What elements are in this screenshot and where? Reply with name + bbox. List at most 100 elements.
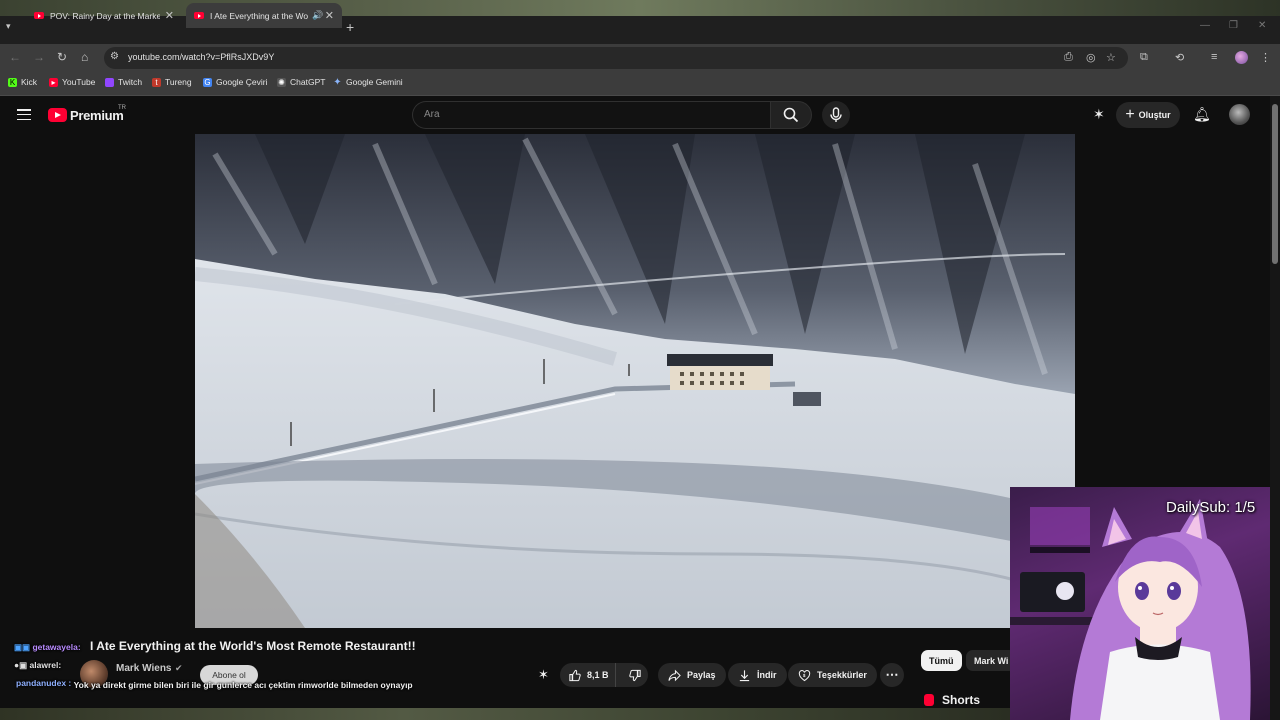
youtube-favicon-icon [194,12,204,19]
bookmark-label: Google Gemini [346,77,403,87]
search-placeholder: Ara [424,109,440,120]
stream-chat-overlay: ▣▣ getawayela: ●▣ alawrel: pandanudex : … [8,638,413,708]
gemini-icon: ✦ [333,76,342,88]
bookmark-label: Twitch [118,77,143,87]
bookmark-google-translate[interactable]: G Google Çeviri [203,77,268,87]
dislike-button[interactable] [622,663,648,687]
download-icon [739,669,750,681]
close-window-icon[interactable]: ✕ [1258,20,1266,31]
svg-text:$: $ [803,673,806,678]
create-button[interactable]: + Oluştur [1116,102,1180,128]
kick-icon: K [8,77,17,87]
profile-avatar[interactable] [1235,51,1248,64]
extensions-icon[interactable]: ⧉ [1140,51,1148,64]
video-player[interactable] [195,134,1075,628]
thumbs-down-icon [628,669,641,681]
hamburger-menu-icon[interactable] [17,109,31,121]
youtube-logo-icon[interactable] [48,108,67,122]
thanks-label: Teşekkürler [817,670,867,680]
close-tab-icon[interactable]: ✕ [165,9,174,22]
install-app-icon[interactable]: ⎙ [1064,51,1073,64]
youtube-icon: ▸ [49,77,58,87]
chat-username: alawrel [29,660,59,670]
bookmark-youtube[interactable]: ▸ YouTube [49,77,95,87]
like-count: 8,1 B [587,670,609,680]
chat-message: ▣▣ getawayela: [14,642,81,652]
reload-icon[interactable]: ↻ [57,50,67,64]
premium-jewel-icon[interactable]: ✶ [1093,106,1105,123]
chat-text: Yok ya direkt girme bilen biri ile gir g… [73,680,413,690]
account-avatar[interactable] [1229,104,1250,125]
tab-search-icon[interactable]: ▾ [6,21,11,32]
chat-message: pandanudex : Yok ya direkt girme bilen b… [16,678,430,693]
daily-sub-counter: DailySub: 1/5 [1166,499,1256,516]
download-label: İndir [757,670,777,680]
bookmark-kick[interactable]: K Kick [8,77,37,87]
minimize-icon[interactable]: — [1200,20,1210,31]
chat-badge-icon: ●▣ [14,660,28,670]
bookmark-star-icon[interactable]: ☆ [1106,51,1116,64]
microphone-icon [830,107,842,122]
close-tab-icon[interactable]: ✕ [325,9,334,22]
bookmark-label: Google Çeviri [216,77,268,87]
chat-badge-icon: ▣▣ [14,642,31,652]
youtube-premium-logo[interactable]: Premium [70,108,124,123]
media-controls-icon[interactable]: ≡ [1211,51,1217,63]
back-icon[interactable]: ← [9,50,21,64]
chatgpt-icon: ✺ [277,77,286,87]
more-actions-icon[interactable]: ⋯ [880,663,904,687]
vtuber-webcam-overlay [1010,487,1270,720]
shorts-section-header: Shorts [924,693,980,707]
notifications-bell-icon[interactable]: 🔔︎ [1193,106,1211,123]
bookmark-twitch[interactable]: Twitch [105,77,142,87]
chat-username: pandanudex [16,678,67,688]
chat-message: ●▣ alawrel: [14,660,62,670]
premium-jewel-action-icon[interactable]: ✶ [538,667,549,683]
new-tab-icon[interactable]: + [346,19,354,35]
url-text[interactable]: youtube.com/watch?v=PflRsJXDv9Y [128,52,274,62]
share-button[interactable]: Paylaş [658,663,726,687]
bookmark-tureng[interactable]: t Tureng [152,77,192,87]
youtube-favicon-icon [34,12,44,19]
eye-off-icon[interactable]: ◎ [1086,51,1096,64]
search-icon [783,107,799,123]
browser-tab[interactable]: POV: Rainy Day at the Market - ✕ [26,3,182,28]
chip-channel[interactable]: Mark Wi [966,650,1017,671]
bookmark-label: Kick [21,77,38,87]
bookmark-chatgpt[interactable]: ✺ ChatGPT [277,77,325,87]
twitch-icon [105,77,114,87]
history-icon[interactable]: ⟲ [1175,51,1184,64]
plus-icon: + [1125,106,1135,123]
tureng-icon: t [152,77,161,87]
forward-icon[interactable]: → [33,50,45,64]
share-icon [668,669,681,681]
maximize-icon[interactable]: ❐ [1229,20,1238,31]
audio-playing-icon[interactable]: 🔊 [312,10,323,21]
chat-username: getawayela [32,642,78,652]
page-scrollbar[interactable] [1270,96,1280,720]
tab-title: I Ate Everything at the Worl [210,10,308,21]
thanks-button[interactable]: $ Teşekkürler [788,663,877,687]
tab-title: POV: Rainy Day at the Market - [50,10,160,21]
desktop-wallpaper-strip [0,708,1010,720]
browser-tab-active[interactable]: I Ate Everything at the Worl 🔊 ✕ [186,3,342,28]
scrollbar-thumb[interactable] [1272,104,1278,264]
super-thanks-icon: $ [798,669,811,681]
search-input[interactable] [412,101,770,129]
like-button[interactable]: 8,1 B [560,663,617,687]
shorts-icon [924,694,934,706]
video-frame-snowy-valley [195,134,1075,628]
site-info-icon[interactable]: ⚙ [110,51,119,62]
bookmark-label: Tureng [165,77,192,87]
bookmarks-bar [0,72,1280,96]
bookmark-gemini[interactable]: ✦ Google Gemini [333,76,403,88]
browser-menu-icon[interactable]: ⋮ [1260,51,1271,64]
chip-all[interactable]: Tümü [921,650,962,671]
like-dislike-group: 8,1 B [560,663,648,687]
voice-search-button[interactable] [822,101,850,129]
search-button[interactable] [770,101,812,129]
download-button[interactable]: İndir [728,663,787,687]
home-icon[interactable]: ⌂ [81,50,88,64]
thumbs-up-icon [569,669,581,681]
translate-icon: G [203,77,212,87]
